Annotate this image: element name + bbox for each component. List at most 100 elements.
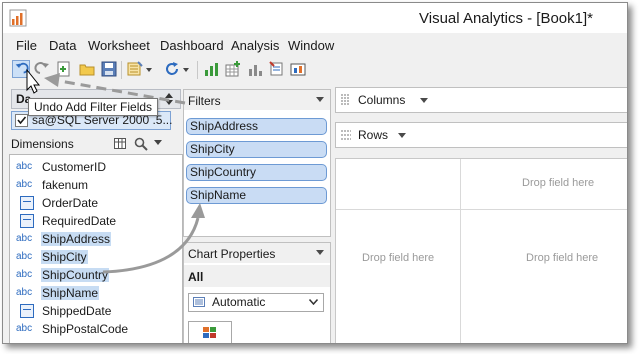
folder-icon [79,64,95,76]
dimensions-list: abc CustomerID abc fakenum OrderDate Requi… [9,154,183,343]
string-type-icon: abc [16,161,33,172]
connect-data-button[interactable] [126,60,144,78]
filter-pill[interactable]: ShipName [186,187,327,204]
string-type-icon: abc [16,233,33,244]
chevron-down-icon[interactable] [316,250,324,255]
checkmark-icon [17,116,27,125]
menu-dashboard[interactable]: Dashboard [160,38,224,53]
filters-panel: Filters ShipAddress ShipCity ShipCountry… [183,89,331,237]
color-palette-icon [203,327,216,338]
menu-bar: File Data Worksheet Dashboard Analysis W… [3,36,627,56]
filter-pill[interactable]: ShipCountry [186,164,327,181]
rows-shelf-icon [341,130,351,140]
list-item[interactable]: ShippedDate [10,302,180,320]
list-item[interactable]: abc ShipCountry [10,266,180,284]
mark-type-select[interactable]: Automatic [188,293,324,312]
chart-properties-header: Chart Properties [184,243,330,263]
scope-label: All [188,270,204,284]
redo-button[interactable] [34,60,52,78]
search-icon[interactable] [134,137,148,151]
chevron-down-icon[interactable] [316,97,324,102]
clear-button[interactable] [268,60,286,78]
toolbar [3,57,627,83]
new-worksheet-button[interactable] [55,60,73,78]
list-item[interactable]: abc ShipName [10,284,180,302]
mark-type-value: Automatic [212,295,266,309]
chevron-down-icon [146,68,152,72]
chevron-down-icon[interactable] [154,140,162,146]
mark-type-icon [193,297,205,307]
string-type-icon: abc [16,179,33,190]
tooltip: Undo Add Filter Fields [28,98,159,116]
list-item[interactable]: abc ShipAddress [10,230,180,248]
connect-data-icon [127,61,143,76]
menu-file[interactable]: File [16,38,37,53]
open-button[interactable] [78,60,96,78]
list-item[interactable]: abc CustomerID [10,158,180,176]
list-item[interactable]: abc ShipPostalCode [10,320,180,338]
new-chart-button[interactable] [202,60,220,78]
list-item[interactable]: abc fakenum [10,176,180,194]
chevron-down-icon[interactable] [398,133,406,138]
chart-properties-panel: Chart Properties All Automatic [183,242,331,343]
connect-data-dropdown[interactable] [145,60,153,78]
presentation-icon [290,63,306,76]
menu-worksheet[interactable]: Worksheet [88,38,150,53]
menu-analysis[interactable]: Analysis [231,38,279,53]
date-type-icon [20,214,34,228]
bar-chart-gray-icon [249,65,262,76]
bar-chart-alt-button[interactable] [246,60,264,78]
refresh-dropdown[interactable] [182,60,190,78]
list-item[interactable]: RequiredDate [10,212,180,230]
columns-shelf[interactable]: Columns [335,87,627,113]
string-type-icon: abc [16,269,33,280]
save-icon [101,61,117,77]
drop-zone-marks[interactable]: Drop field here [526,252,598,264]
chevron-down-icon [309,299,318,305]
toolbar-separator [197,61,198,79]
columns-shelf-icon [341,94,349,106]
drop-zone-rows[interactable]: Drop field here [362,252,434,264]
canvas-divider-vertical [460,159,461,343]
redo-icon [34,62,49,74]
chevron-down-icon [183,68,189,72]
string-type-icon: abc [16,251,33,262]
new-sheet-icon [57,61,70,77]
menu-data[interactable]: Data [49,38,76,53]
app-window: Visual Analytics - [Book1]* File Data Wo… [2,2,628,344]
menu-window[interactable]: Window [288,38,334,53]
sort-arrows-icon[interactable] [164,93,174,105]
filter-pill[interactable]: ShipAddress [186,118,327,135]
rows-shelf[interactable]: Rows [335,122,627,148]
list-item[interactable]: OrderDate [10,194,180,212]
title-bar: Visual Analytics - [Book1]* [3,3,627,33]
columns-label: Columns [358,93,406,107]
refresh-icon [166,62,178,75]
table-view-icon[interactable] [114,138,126,149]
date-type-icon [20,304,34,318]
presentation-button[interactable] [289,60,307,78]
undo-button[interactable] [12,60,30,78]
visualization-canvas[interactable]: Drop field here Drop field here Drop fie… [335,158,627,343]
list-item[interactable]: abc ShipCity [10,248,180,266]
filters-header: Filters [184,90,330,110]
toolbar-separator [121,61,122,79]
dimensions-title: Dimensions [11,137,74,151]
bar-chart-icon [205,63,218,76]
color-button[interactable] [188,321,232,343]
refresh-button[interactable] [163,60,181,78]
filters-title: Filters [188,94,221,108]
datasource-checkbox[interactable] [15,114,28,127]
drop-zone-columns[interactable]: Drop field here [522,177,594,189]
chevron-down-icon[interactable] [420,98,428,103]
add-grid-button[interactable] [224,60,242,78]
undo-icon [15,62,29,74]
save-button[interactable] [100,60,118,78]
filter-pill[interactable]: ShipCity [186,141,327,158]
window-title: Visual Analytics - [Book1]* [419,10,593,27]
scope-tab-all[interactable]: All [184,265,330,287]
grid-add-icon [225,61,240,77]
chart-properties-title: Chart Properties [188,247,276,261]
string-type-icon: abc [16,287,33,298]
date-type-icon [20,196,34,210]
